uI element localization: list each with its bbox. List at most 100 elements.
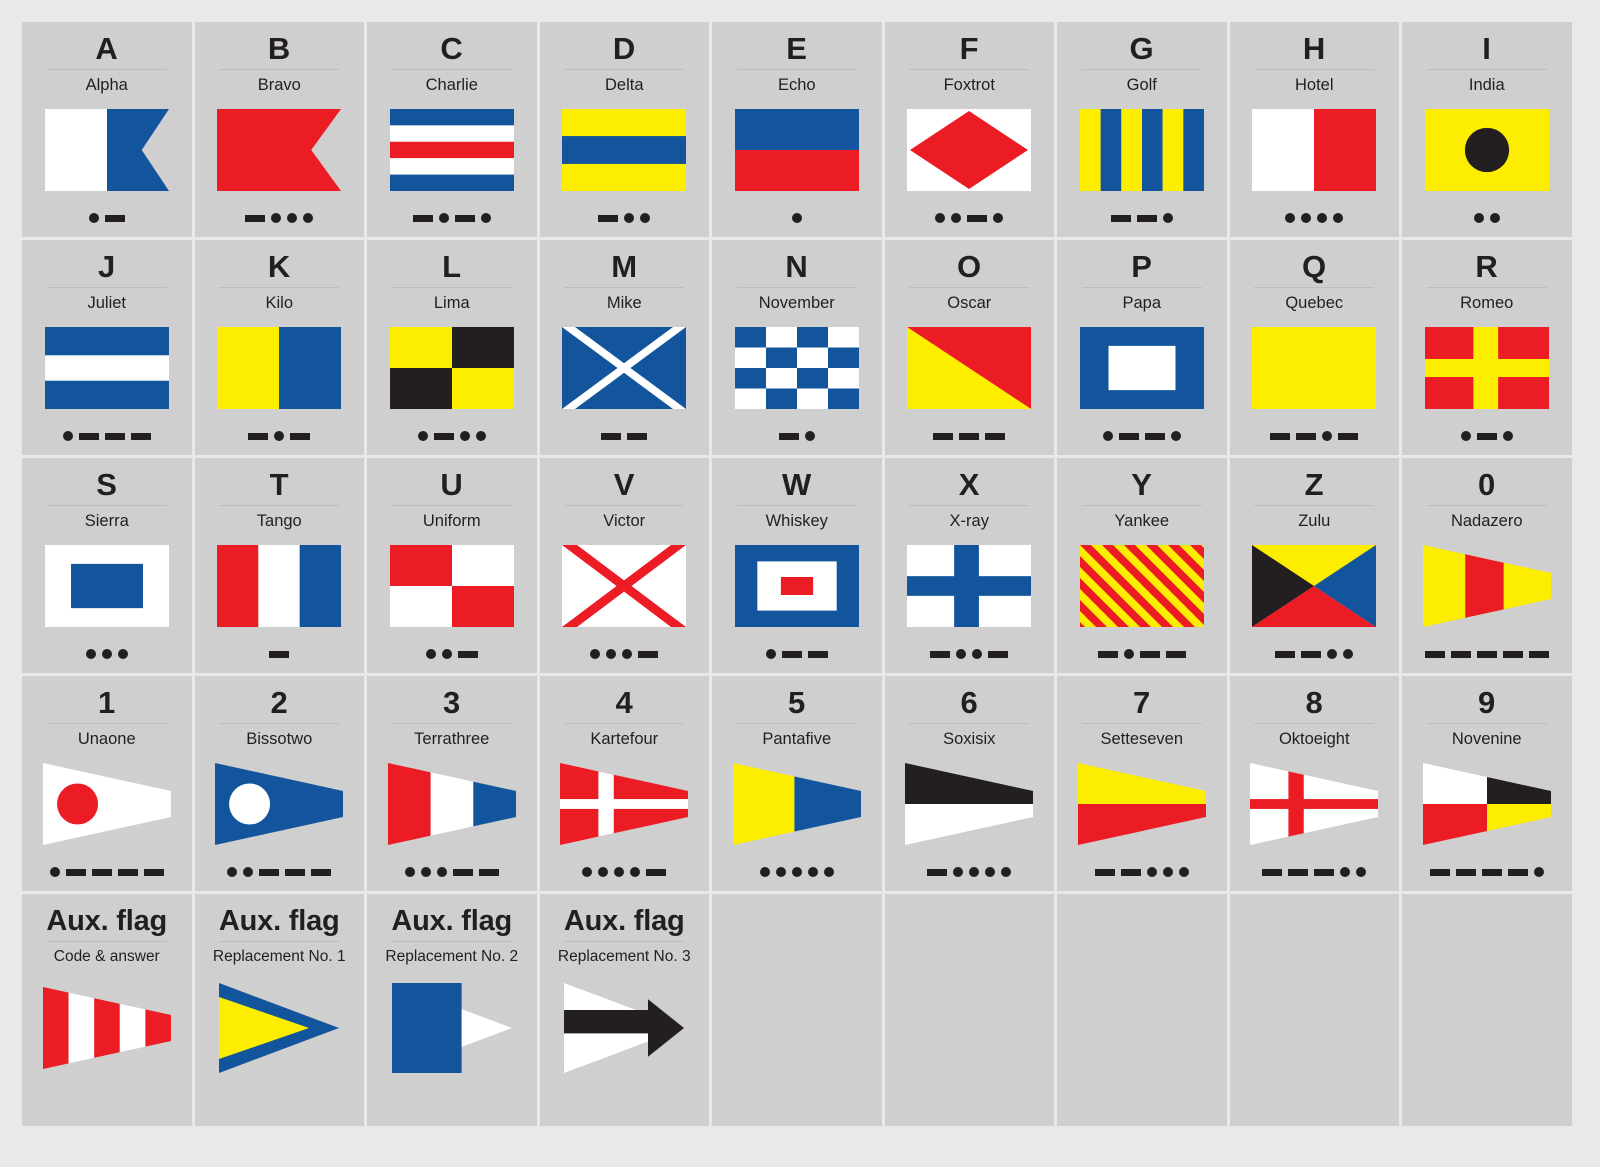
morse-dot (624, 213, 635, 223)
morse-dot (993, 213, 1004, 223)
flag-cell-unaone[interactable]: 1 Unaone (22, 676, 192, 891)
morse-dot (969, 867, 980, 877)
flag-cell-charlie[interactable]: C Charlie (367, 22, 537, 237)
morse-dash (927, 868, 948, 876)
flag-cell-foxtrot[interactable]: F Foxtrot (884, 22, 1054, 237)
flag-cell-lima[interactable]: L Lima (367, 240, 537, 455)
flag-cell-november[interactable]: N November (712, 240, 882, 455)
morse-dash (985, 432, 1006, 440)
flag-cell-yankee[interactable]: Y Yankee (1057, 458, 1227, 673)
flag-cell-soxisix[interactable]: 6 Soxisix (884, 676, 1054, 891)
divider (1081, 287, 1202, 288)
flag-cell-kilo[interactable]: K Kilo (194, 240, 364, 455)
flag-cell-replacement-no-3[interactable]: Aux. flag Replacement No. 3 (539, 894, 709, 1126)
flag-cell-replacement-no-1[interactable]: Aux. flag Replacement No. 1 (194, 894, 365, 1126)
flag-cell-kartefour[interactable]: 4 Kartefour (539, 676, 709, 891)
flag-cell-zulu[interactable]: Z Zulu (1229, 458, 1399, 673)
flag-cell-sierra[interactable]: S Sierra (22, 458, 192, 673)
flag-cell-uniform[interactable]: U Uniform (367, 458, 537, 673)
flag-letter: 2 (270, 685, 289, 720)
flag-cell-bissotwo[interactable]: 2 Bissotwo (194, 676, 364, 891)
flag-graphic-golf (1057, 95, 1227, 205)
morse-dash (78, 432, 99, 440)
morse-code (245, 205, 314, 231)
morse-dot (441, 649, 452, 659)
morse-dot (475, 431, 486, 441)
morse-dash (1165, 650, 1186, 658)
flag-cell-nadazero[interactable]: 0 Nadazero (1402, 458, 1572, 673)
flag-name: Charlie (425, 76, 478, 94)
morse-dot (775, 867, 786, 877)
morse-code (933, 423, 1006, 449)
flag-name: X-ray (949, 512, 989, 530)
flag-cell-oktoeight[interactable]: 8 Oktoeight (1229, 676, 1399, 891)
flag-cell-hotel[interactable]: H Hotel (1229, 22, 1399, 237)
morse-dot (759, 867, 770, 877)
flag-letter: K (267, 249, 291, 284)
flag-letter: T (269, 467, 289, 502)
flag-letter: N (785, 249, 809, 284)
morse-code (404, 859, 499, 885)
flag-cell-x-ray[interactable]: X X-ray (884, 458, 1054, 673)
flag-cell-alpha[interactable]: A Alpha (22, 22, 192, 237)
divider (391, 69, 512, 70)
flag-name: Sierra (84, 512, 129, 530)
flag-letter: H (1302, 31, 1326, 66)
flag-cell-replacement-no-2[interactable]: Aux. flag Replacement No. 2 (367, 894, 537, 1126)
morse-code (1424, 641, 1549, 667)
morse-dash (646, 868, 667, 876)
morse-dot (807, 867, 818, 877)
morse-dot (1178, 867, 1189, 877)
divider (219, 941, 340, 942)
flag-cell-delta[interactable]: D Delta (539, 22, 709, 237)
morse-dot (227, 867, 238, 877)
morse-code (85, 641, 128, 667)
flag-letter: Aux. flag (391, 905, 513, 937)
flag-name: Bissotwo (246, 730, 313, 748)
flag-graphic-echo (712, 95, 882, 205)
morse-dash (285, 868, 306, 876)
morse-dot (985, 867, 996, 877)
flag-name: Delta (604, 76, 644, 94)
flag-graphic-unaone (22, 749, 192, 859)
flag-cell-whiskey[interactable]: W Whiskey (712, 458, 882, 673)
flag-cell-papa[interactable]: P Papa (1057, 240, 1227, 455)
flag-cell-setteseven[interactable]: 7 Setteseven (1057, 676, 1227, 891)
flag-cell-india[interactable]: I India (1402, 22, 1572, 237)
flag-cell-novenine[interactable]: 9 Novenine (1402, 676, 1572, 891)
morse-dash (130, 432, 151, 440)
flag-cell-tango[interactable]: T Tango (194, 458, 364, 673)
morse-dot (425, 649, 436, 659)
divider (909, 505, 1030, 506)
flag-cell-golf[interactable]: G Golf (1057, 22, 1227, 237)
morse-dash (117, 868, 138, 876)
flag-graphic-alpha (22, 95, 192, 205)
morse-dash (1139, 650, 1160, 658)
morse-dash (452, 868, 473, 876)
divider (219, 723, 340, 724)
divider (46, 287, 167, 288)
flag-cell-echo[interactable]: E Echo (712, 22, 882, 237)
morse-dot (417, 431, 428, 441)
flag-cell-victor[interactable]: V Victor (539, 458, 709, 673)
flag-cell-romeo[interactable]: R Romeo (1402, 240, 1572, 455)
flag-name: Oscar (947, 294, 992, 312)
flag-cell-pantafive[interactable]: 5 Pantafive (712, 676, 882, 891)
flag-name: Tango (256, 512, 302, 530)
flag-cell-code-answer[interactable]: Aux. flag Code & answer (22, 894, 192, 1126)
divider (391, 941, 512, 942)
flag-cell-mike[interactable]: M Mike (539, 240, 709, 455)
flag-letter: P (1131, 249, 1153, 284)
flag-cell-juliet[interactable]: J Juliet (22, 240, 192, 455)
divider (46, 941, 167, 942)
flag-cell-quebec[interactable]: Q Quebec (1229, 240, 1399, 455)
flag-cell-terrathree[interactable]: 3 Terrathree (367, 676, 537, 891)
flag-cell-oscar[interactable]: O Oscar (884, 240, 1054, 455)
flag-cell-bravo[interactable]: B Bravo (194, 22, 364, 237)
morse-dot (287, 213, 298, 223)
flag-graphic-aux-rep1 (195, 967, 365, 1094)
morse-code (1429, 859, 1544, 885)
morse-dot (1473, 213, 1484, 223)
morse-dash (1097, 650, 1118, 658)
morse-dot (459, 431, 470, 441)
